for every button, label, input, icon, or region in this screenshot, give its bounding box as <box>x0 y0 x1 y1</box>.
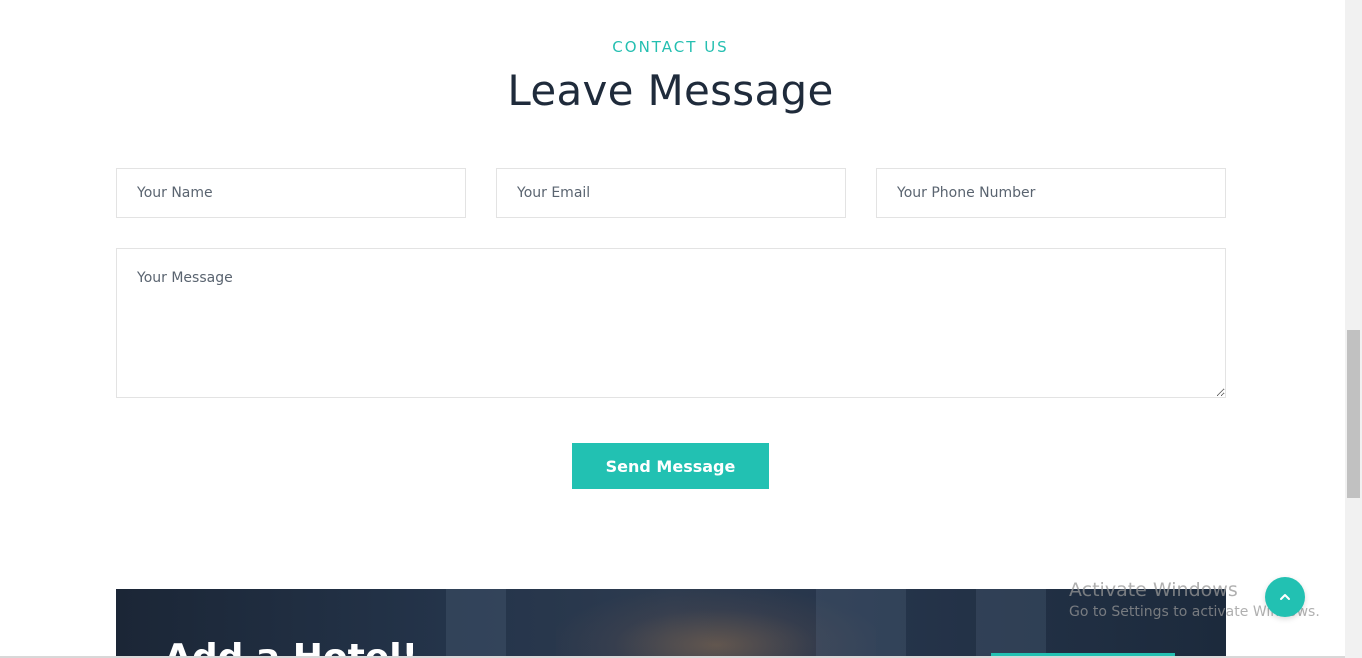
scrollbar-thumb[interactable] <box>1347 330 1360 498</box>
add-hotel-banner: Add a Hotel! <box>116 589 1226 658</box>
chevron-up-icon <box>1280 594 1290 600</box>
send-message-button[interactable]: Send Message <box>572 443 769 489</box>
section-title: Leave Message <box>507 66 834 115</box>
banner-building <box>976 589 1046 658</box>
phone-input[interactable] <box>876 168 1226 218</box>
banner-building <box>816 589 906 658</box>
section-kicker: CONTACT US <box>612 38 729 56</box>
banner-title: Add a Hotel! <box>164 637 419 658</box>
email-input[interactable] <box>496 168 846 218</box>
vertical-scrollbar[interactable] <box>1345 0 1362 658</box>
back-to-top-button[interactable] <box>1265 577 1305 617</box>
name-input[interactable] <box>116 168 466 218</box>
banner-building <box>446 589 506 658</box>
page: CONTACT US Leave Message Send Message Ad… <box>0 0 1345 658</box>
message-textarea[interactable] <box>116 248 1226 398</box>
